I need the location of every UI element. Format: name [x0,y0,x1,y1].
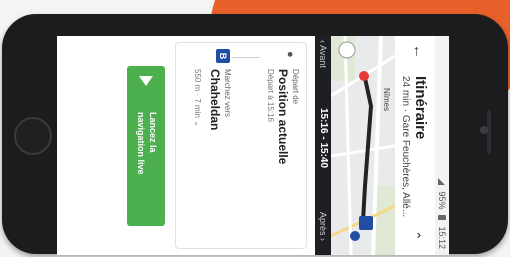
departure-place: Position actuelle [276,69,290,165]
page-title: Itinéraire [412,76,429,140]
nav-button-line2: navigation live [136,112,146,175]
play-icon [139,76,153,86]
walk-label: Marchez vers [223,69,232,118]
step-divider [232,57,260,58]
app-view: 95% 15:12 ← Itinéraire 24 min · Gare Feu… [57,36,449,255]
destination-marker [350,231,360,241]
battery-percent: 95% [437,191,447,210]
locate-icon[interactable] [338,41,356,59]
front-camera [480,126,488,134]
home-button[interactable] [14,117,52,155]
time-selector: ‹ Avant 15:16 - 15:40 Après › [315,36,331,255]
map-city-label: Nîmes [382,88,391,112]
time-range: 15:16 - 15:40 [318,108,329,169]
share-icon[interactable]: ⌃ [407,230,423,241]
back-arrow-icon[interactable]: ← [410,44,427,59]
status-time: 15:12 [437,226,447,249]
signal-icon [438,178,446,186]
map-canvas [331,36,395,255]
later-button[interactable]: Après › [318,212,328,241]
walk-details[interactable]: 550 m · 7 min ⌄ [193,69,202,127]
app-header: ← Itinéraire 24 min · Gare Feuchères, Al… [395,36,435,255]
phone-screen: 95% 15:12 ← Itinéraire 24 min · Gare Feu… [57,36,449,255]
bus-stop-marker [359,216,373,230]
start-navigation-button[interactable]: Lancez la navigation live [127,66,165,226]
status-bar: 95% 15:12 [435,36,449,255]
route-summary: 24 min · Gare Feuchères, Allé... [400,76,411,218]
nav-button-line1: Lancez la [148,112,158,153]
route-map[interactable]: Nîmes [331,36,395,255]
departure-label: Départ de [291,69,300,105]
earpiece-speaker [487,110,491,154]
itinerary-card: ● Départ de Position actuelle Départ à 1… [175,42,307,249]
location-pin-icon: ● [284,51,296,58]
origin-marker [359,71,369,81]
battery-icon [438,215,446,221]
earlier-button[interactable]: ‹ Avant [318,40,328,68]
departure-time: Départ à 15:16 [266,69,275,122]
walk-destination: Chaheldan [208,69,222,131]
bus-icon: B [216,49,230,63]
